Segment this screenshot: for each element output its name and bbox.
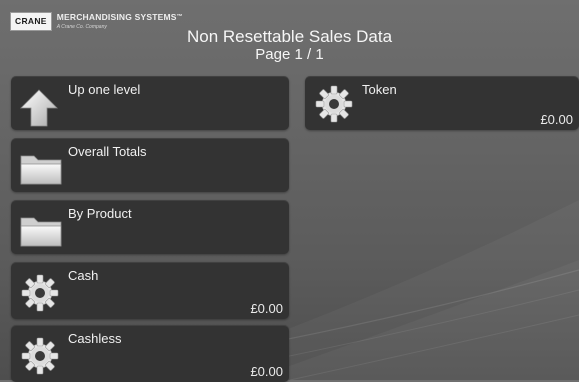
up-one-level-button[interactable]: Up one level: [11, 76, 289, 130]
by-product-button[interactable]: By Product: [11, 200, 289, 254]
up-arrow-icon: [20, 89, 58, 127]
page-indicator: Page 1 / 1: [255, 46, 324, 63]
overall-totals-label: Overall Totals: [68, 144, 147, 159]
folder-icon: [20, 217, 62, 247]
gear-icon: [21, 274, 59, 312]
logo-name: MERCHANDISING SYSTEMS™: [56, 12, 183, 22]
cash-button[interactable]: Cash £0.00: [11, 262, 289, 319]
token-value: £0.00: [540, 112, 573, 127]
gear-icon: [21, 337, 59, 375]
cashless-button[interactable]: Cashless £0.00: [11, 325, 289, 382]
by-product-label: By Product: [68, 206, 132, 221]
cash-label: Cash: [68, 268, 99, 283]
token-label: Token: [362, 82, 397, 97]
folder-icon: [20, 155, 62, 185]
overall-totals-button[interactable]: Overall Totals: [11, 138, 289, 192]
gear-icon: [315, 85, 353, 123]
cash-value: £0.00: [250, 301, 283, 316]
token-button[interactable]: Token £0.00: [305, 76, 579, 130]
page-title: Non Resettable Sales Data: [186, 27, 393, 46]
up-one-level-label: Up one level: [68, 82, 141, 97]
cashless-label: Cashless: [68, 331, 122, 346]
logo-trademark: ™: [176, 14, 183, 20]
cashless-value: £0.00: [250, 364, 283, 379]
